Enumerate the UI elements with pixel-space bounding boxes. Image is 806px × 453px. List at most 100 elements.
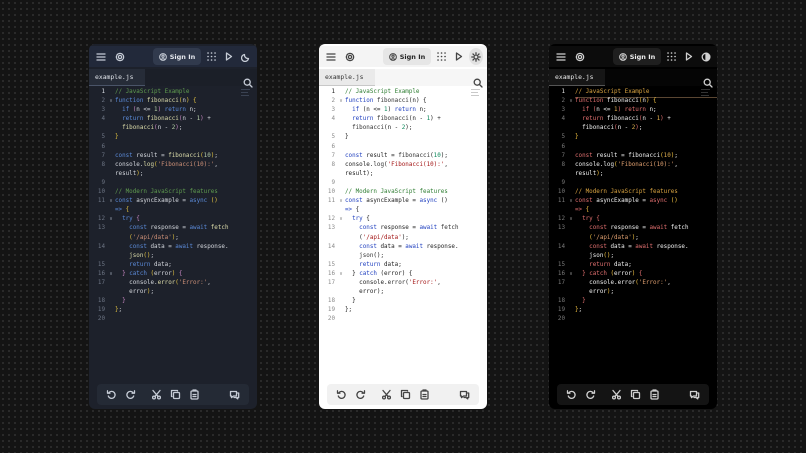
code-text: result);: [115, 170, 257, 179]
run-icon[interactable]: [223, 48, 235, 65]
apps-grid-icon[interactable]: [665, 48, 677, 65]
file-tab[interactable]: example.js: [549, 69, 605, 86]
code-line: result);: [549, 170, 717, 179]
cut-icon[interactable]: [150, 388, 162, 400]
undo-icon[interactable]: [105, 388, 117, 400]
code-line: 2 ∨ function fibonacci(n) {: [549, 97, 717, 106]
code-token: }: [345, 298, 356, 305]
code-token: asyncExample =: [366, 198, 420, 205]
file-tab[interactable]: example.js: [319, 69, 375, 86]
code-token: response =: [610, 225, 650, 232]
fold-chevron-icon[interactable]: ∨: [107, 270, 115, 279]
code-token: result =: [366, 152, 399, 159]
fold-chevron-icon[interactable]: ∨: [567, 197, 575, 206]
code-editor[interactable]: 1// JavaScript Example 2 ∨ function fibonac…: [89, 86, 257, 409]
fold-chevron-icon[interactable]: ∨: [337, 270, 345, 279]
fold-chevron-icon[interactable]: ∨: [337, 215, 345, 224]
code-token: {: [355, 207, 360, 214]
line-number: [319, 206, 337, 215]
search-icon[interactable]: [703, 73, 713, 88]
menu-icon[interactable]: [94, 48, 108, 65]
redo-icon[interactable]: [124, 388, 136, 400]
cut-icon[interactable]: [610, 388, 622, 400]
fold-gutter: [567, 206, 575, 215]
fold-chevron-icon[interactable]: ∨: [107, 215, 115, 224]
fold-chevron-icon[interactable]: ∨: [337, 97, 345, 106]
code-token: =>: [115, 207, 126, 214]
line-number: [89, 234, 107, 243]
code-token: }: [345, 270, 360, 277]
minimap[interactable]: [471, 89, 481, 98]
line-number: [319, 252, 337, 261]
theme-toggle-icon[interactable]: [699, 48, 713, 65]
fold-chevron-icon[interactable]: ∨: [567, 97, 575, 106]
fold-gutter: [107, 206, 115, 215]
undo-icon[interactable]: [565, 388, 577, 400]
theme-toggle-icon[interactable]: [469, 48, 483, 65]
fold-chevron-icon[interactable]: ∨: [337, 197, 345, 206]
code-line: 15 return data;: [89, 261, 257, 270]
menu-icon[interactable]: [324, 48, 338, 65]
code-token: 'Fibonacci(10):': [617, 161, 675, 168]
chat-icon[interactable]: [688, 388, 700, 400]
menu-icon[interactable]: [554, 48, 568, 65]
run-icon[interactable]: [453, 48, 465, 65]
sign-in-button[interactable]: Sign In: [383, 48, 431, 65]
fold-chevron-icon[interactable]: ∨: [107, 197, 115, 206]
line-number: 5: [561, 134, 565, 141]
undo-icon[interactable]: [335, 388, 347, 400]
fold-gutter: [567, 106, 575, 115]
code-token: // Modern JavaScript features: [575, 189, 678, 196]
minimap[interactable]: [241, 89, 251, 98]
fold-gutter: [337, 234, 345, 243]
code-token: ,: [444, 161, 448, 168]
gear-icon[interactable]: [343, 48, 357, 65]
paste-icon[interactable]: [418, 388, 430, 400]
fold-chevron-icon[interactable]: ∨: [567, 270, 575, 279]
user-icon: [388, 52, 397, 61]
cut-icon[interactable]: [380, 388, 392, 400]
code-text: function fibonacci(n) {: [575, 97, 717, 106]
copy-icon[interactable]: [399, 388, 411, 400]
redo-icon[interactable]: [354, 388, 366, 400]
search-icon[interactable]: [243, 73, 253, 88]
fold-gutter: [107, 143, 115, 152]
code-token: fibonacci: [606, 98, 639, 105]
run-icon[interactable]: [683, 48, 695, 65]
code-token: return: [115, 116, 147, 123]
apps-grid-icon[interactable]: [205, 48, 217, 65]
minimap[interactable]: [701, 89, 711, 98]
code-token: }: [115, 298, 126, 305]
line-number: 20: [557, 316, 565, 323]
code-text: };: [115, 306, 257, 315]
theme-toggle-icon[interactable]: [239, 48, 253, 65]
fold-chevron-icon[interactable]: ∨: [107, 97, 115, 106]
copy-icon[interactable]: [629, 388, 641, 400]
fold-gutter: [567, 161, 575, 170]
fold-chevron-icon[interactable]: ∨: [567, 215, 575, 224]
apps-grid-icon[interactable]: [435, 48, 447, 65]
chat-icon[interactable]: [228, 388, 240, 400]
gear-icon[interactable]: [113, 48, 127, 65]
code-token: json: [575, 252, 604, 259]
code-line: 8 console.log('Fibonacci(10):',: [549, 161, 717, 170]
code-token: const: [115, 225, 151, 232]
code-editor[interactable]: 1// JavaScript Example 2 ∨ function fibonac…: [319, 86, 487, 409]
line-number: [319, 234, 337, 243]
code-token: json: [345, 252, 374, 259]
sign-in-button[interactable]: Sign In: [153, 48, 201, 65]
fold-gutter: [567, 88, 575, 97]
chat-icon[interactable]: [458, 388, 470, 400]
paste-icon[interactable]: [648, 388, 660, 400]
paste-icon[interactable]: [188, 388, 200, 400]
redo-icon[interactable]: [584, 388, 596, 400]
copy-icon[interactable]: [169, 388, 181, 400]
code-token: ;: [638, 125, 643, 132]
code-editor[interactable]: 1// JavaScript Example 2 ∨ function fibonac…: [549, 86, 717, 409]
file-tab[interactable]: example.js: [89, 69, 145, 86]
sign-in-button[interactable]: Sign In: [613, 48, 661, 65]
search-icon[interactable]: [473, 73, 483, 88]
gear-icon[interactable]: [573, 48, 587, 65]
code-line: 13 const response = await fetch: [319, 224, 487, 233]
